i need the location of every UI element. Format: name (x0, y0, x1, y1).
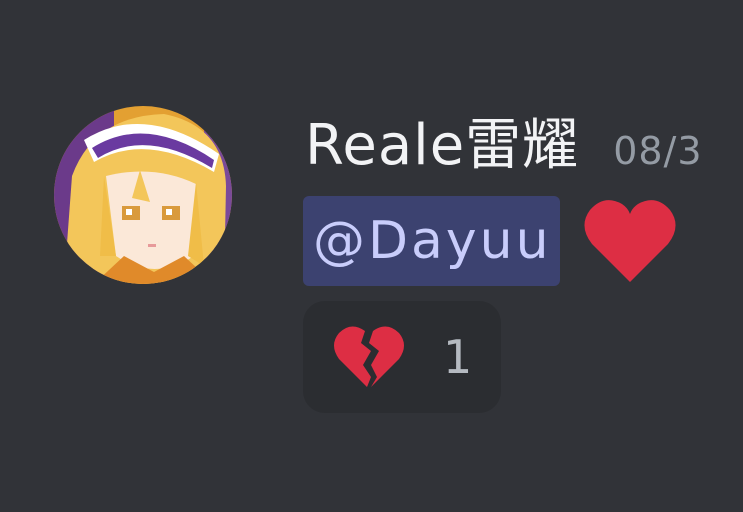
message-header: Reale雷耀 08/3 (305, 108, 703, 184)
broken-heart-icon (333, 325, 405, 389)
reaction-broken-heart[interactable]: 1 (303, 301, 501, 413)
user-mention[interactable]: @Dayuu (303, 196, 560, 286)
message-content: @Dayuu (303, 196, 678, 286)
user-avatar[interactable] (54, 106, 232, 284)
reaction-count: 1 (443, 330, 473, 384)
red-heart-icon (582, 196, 678, 286)
reactions-bar: 1 (303, 301, 501, 413)
username[interactable]: Reale雷耀 (305, 108, 579, 184)
anime-girl-avatar-icon (54, 106, 232, 284)
chat-message: Reale雷耀 08/3 @Dayuu 1 (0, 0, 743, 512)
message-timestamp: 08/3 (613, 129, 703, 173)
